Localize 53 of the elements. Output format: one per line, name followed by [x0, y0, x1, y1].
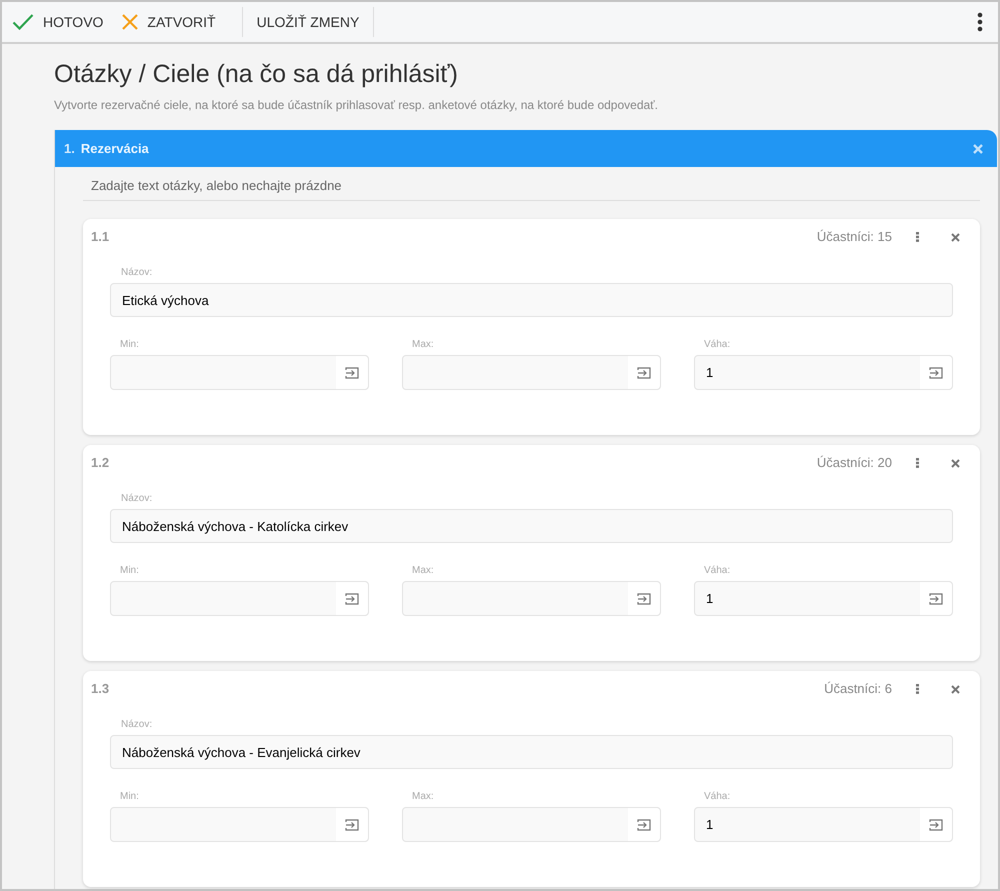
field-label: Názov: — [121, 266, 154, 280]
weight-field[interactable]: 1 — [694, 807, 953, 842]
weight-field[interactable]: 1 — [694, 581, 953, 616]
enter-icon[interactable] — [929, 592, 943, 604]
max-field[interactable] — [402, 581, 661, 616]
min-field[interactable] — [110, 581, 369, 616]
question-field[interactable]: Zadajte text otázky, alebo nechajte prázdne — [83, 169, 980, 201]
enter-icon[interactable] — [929, 366, 943, 378]
toolbar-button[interactable]: ULOŽIŤ ZMENY — [242, 7, 374, 37]
toolbar-button[interactable]: ZATVORIŤ — [121, 12, 242, 32]
page-title: Otázky / Ciele (na čo sa dá prihlásiť) — [54, 59, 459, 90]
name-field[interactable]: Náboženská výchova - Katolícka cirkev — [110, 509, 953, 543]
enter-icon[interactable] — [637, 592, 651, 604]
enter-icon[interactable] — [637, 366, 651, 378]
enter-icon[interactable] — [345, 366, 359, 378]
field-label: Váha: — [704, 790, 732, 804]
close-icon[interactable] — [951, 232, 960, 242]
page-subtitle: Vytvorte rezervačné ciele, na ktoré sa bude účastník prihlasovať resp. anketové otázky, na ktoré bude odpovedať. — [54, 97, 660, 114]
checkmark-icon — [12, 13, 34, 31]
field-label: Min: — [120, 338, 140, 352]
field-label: Názov: — [121, 492, 154, 506]
field-label: Váha: — [704, 338, 732, 352]
field-label: Max: — [412, 564, 435, 578]
min-field[interactable] — [110, 807, 369, 842]
close-icon — [121, 13, 140, 31]
enter-icon[interactable] — [345, 818, 359, 830]
min-field[interactable] — [110, 355, 369, 390]
enter-icon[interactable] — [929, 818, 943, 830]
participants-count: Účastníci: 6 — [824, 680, 892, 698]
enter-icon[interactable] — [345, 592, 359, 604]
field-label: Min: — [120, 790, 140, 804]
participants-count: Účastníci: 20 — [816, 454, 892, 472]
field-label: Max: — [412, 338, 435, 352]
field-label: Váha: — [704, 564, 732, 578]
field-label: Max: — [412, 790, 435, 804]
section-number: 1. — [64, 140, 75, 158]
enter-icon[interactable] — [637, 818, 651, 830]
close-icon[interactable] — [951, 684, 960, 694]
item-number: 1.2 — [91, 454, 110, 472]
weight-field[interactable]: 1 — [694, 355, 953, 390]
more-icon[interactable] — [977, 12, 983, 32]
section-title: Rezervácia — [80, 140, 150, 158]
name-field[interactable]: Náboženská výchova - Evanjelická cirkev — [110, 735, 953, 769]
item-number: 1.3 — [91, 680, 110, 698]
name-field[interactable]: Etická výchova — [110, 283, 953, 317]
max-field[interactable] — [402, 807, 661, 842]
item-number: 1.1 — [91, 228, 110, 246]
toolbar-button[interactable]: HOTOVO — [2, 12, 122, 32]
close-icon[interactable] — [951, 458, 960, 468]
field-label: Názov: — [121, 718, 154, 732]
field-label: Min: — [120, 564, 140, 578]
max-field[interactable] — [402, 355, 661, 390]
participants-count: Účastníci: 15 — [816, 228, 892, 246]
